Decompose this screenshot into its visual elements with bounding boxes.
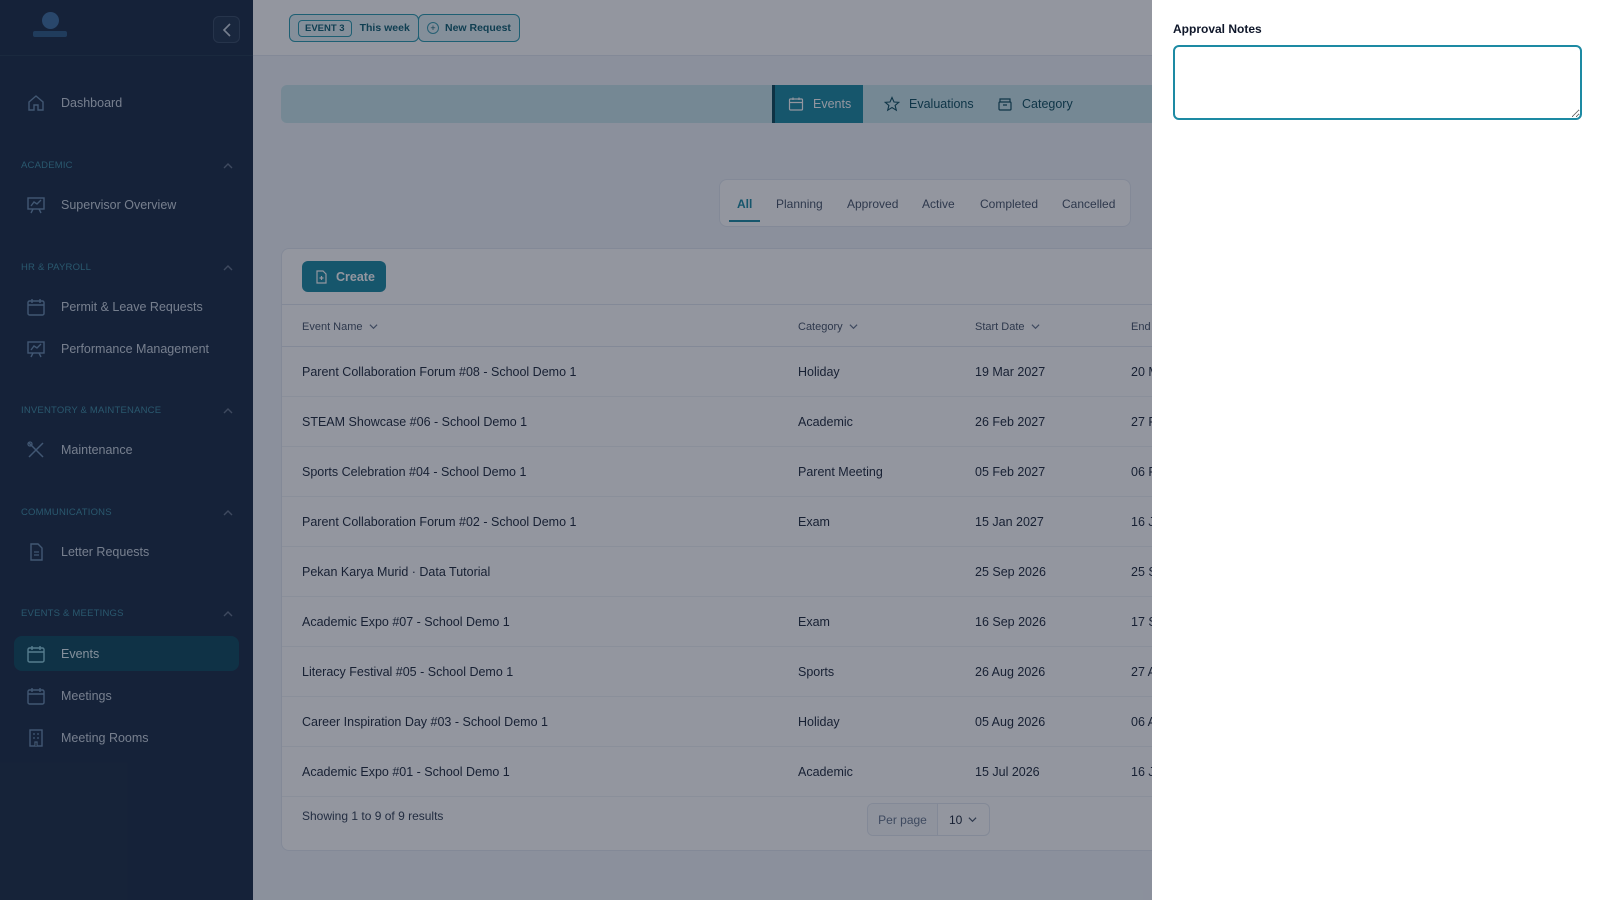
approval-panel: Approval Notes (1152, 0, 1600, 900)
modal-backdrop[interactable] (0, 0, 1152, 900)
approval-notes-label: Approval Notes (1173, 22, 1262, 36)
approval-notes-textarea[interactable] (1173, 45, 1582, 120)
